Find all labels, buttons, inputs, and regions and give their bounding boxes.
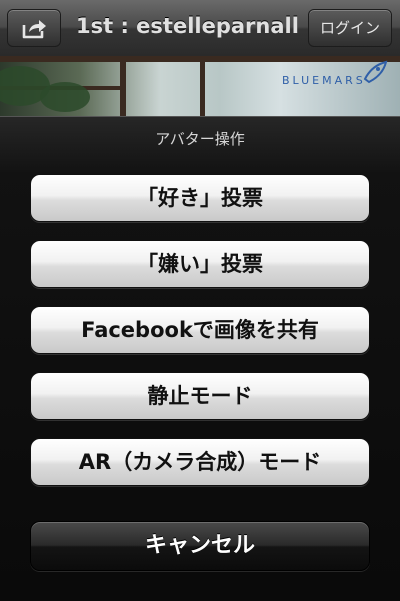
ar-camera-mode-button[interactable]: AR（カメラ合成）モード bbox=[30, 438, 370, 486]
share-button[interactable] bbox=[7, 9, 61, 47]
avatar-action-sheet: アバター操作 「好き」投票 「嫌い」投票 Facebookで画像を共有 静止モー… bbox=[0, 116, 400, 601]
still-mode-button[interactable]: 静止モード bbox=[30, 372, 370, 420]
login-button[interactable]: ログイン bbox=[308, 9, 392, 47]
share-icon bbox=[22, 20, 46, 39]
navigation-bar: 1st : estelleparnall ログイン bbox=[0, 0, 400, 57]
action-sheet-title: アバター操作 bbox=[155, 130, 245, 148]
like-vote-button[interactable]: 「好き」投票 bbox=[30, 174, 370, 222]
rocket-logo-icon bbox=[363, 60, 388, 84]
page-title: 1st : estelleparnall bbox=[76, 14, 299, 38]
facebook-share-image-button[interactable]: Facebookで画像を共有 bbox=[30, 306, 370, 354]
brand-logo: BLUEMARS bbox=[282, 74, 366, 87]
dislike-vote-button[interactable]: 「嫌い」投票 bbox=[30, 240, 370, 288]
cancel-button[interactable]: キャンセル bbox=[30, 521, 370, 571]
